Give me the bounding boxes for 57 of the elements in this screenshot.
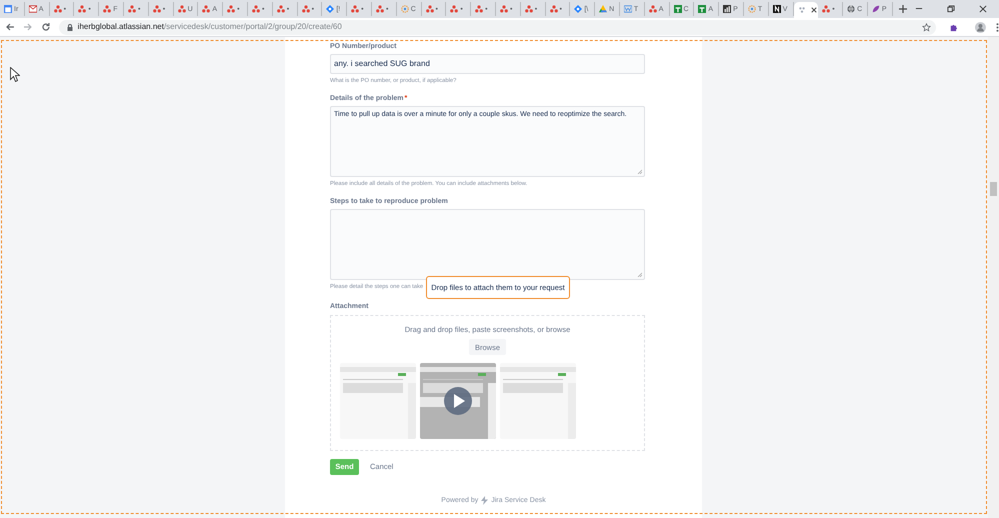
reload-icon[interactable] (40, 22, 51, 32)
triangle-dots-icon (648, 5, 657, 13)
globe-icon (847, 5, 856, 13)
triangle-dots-icon (54, 5, 62, 13)
n-letter-icon (772, 5, 781, 13)
avatar-icon[interactable] (975, 22, 986, 32)
address-bar[interactable]: iherbglobal.atlassian.net/servicedesk/customer/portal/2/group/20/create/60 (58, 20, 936, 34)
lock-icon (66, 24, 73, 30)
feather-icon (872, 5, 880, 13)
restore-icon[interactable] (947, 5, 955, 13)
triangle-dots-icon (78, 5, 86, 13)
sparkle-icon (798, 6, 806, 14)
diamond-icon (574, 5, 582, 13)
url-host: iherbglobal.atlassian.net (78, 21, 164, 33)
sheet-icon (674, 5, 682, 13)
triangle-dots-icon (376, 5, 384, 13)
triangle-dots-icon (178, 5, 186, 13)
star-icon[interactable] (922, 22, 932, 32)
text-input[interactable]: any. i searched SUG brand (330, 54, 645, 74)
triangle-dots-icon (302, 5, 310, 13)
triangle-dots-icon (276, 5, 285, 13)
triangle-dots-icon (822, 5, 830, 13)
scrollbar[interactable] (988, 37, 999, 518)
browser-tab[interactable] (794, 2, 818, 18)
cursor-icon (10, 67, 20, 82)
triangle-dots-icon (500, 5, 508, 13)
triangle-dots-icon (128, 5, 136, 13)
triangle-dots-icon (524, 5, 533, 13)
close-icon[interactable] (979, 5, 987, 13)
triangle-dots-icon (227, 5, 236, 13)
sheet-icon (698, 5, 706, 13)
w-letter-icon (624, 5, 632, 13)
calendar-icon (4, 5, 12, 13)
back-icon[interactable] (5, 22, 15, 32)
triangle-dots-icon (550, 5, 558, 13)
gear-icon (748, 5, 756, 13)
diamond-icon (326, 5, 334, 13)
triangle-dots-icon (351, 5, 360, 13)
gear-icon (400, 5, 409, 13)
lightning-icon (481, 496, 488, 506)
menu-icon[interactable] (996, 22, 999, 32)
triangle-dots-icon (103, 5, 112, 13)
triangle-dots-icon (152, 5, 161, 13)
triangle-dots-icon (426, 5, 434, 13)
triangle-dots-icon (202, 5, 210, 13)
close-icon[interactable] (810, 7, 816, 13)
resize-grip-icon[interactable] (637, 272, 642, 277)
url-path: /servicedesk/customer/portal/2/group/20/create/60 (164, 21, 342, 33)
triangle-dots-icon (450, 5, 458, 13)
triangle-dots-icon (252, 5, 260, 13)
chart-icon (723, 5, 732, 13)
resize-grip-icon[interactable] (637, 169, 642, 174)
triangle-icon (599, 5, 608, 13)
envelope-icon (28, 5, 37, 13)
extension-icon[interactable] (949, 22, 958, 32)
triangle-dots-icon (475, 5, 484, 13)
new-tab-icon[interactable] (898, 5, 907, 13)
